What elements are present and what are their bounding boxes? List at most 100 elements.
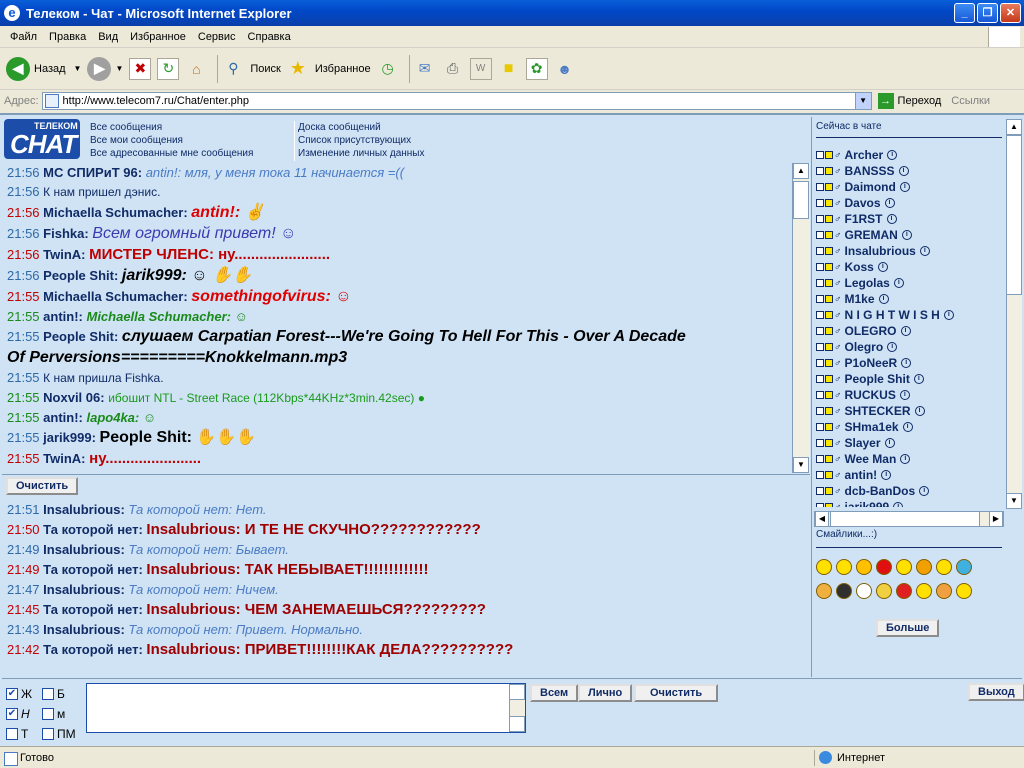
message-nick[interactable]: Та которой нет: (43, 562, 146, 577)
message-nick[interactable]: TwinA: (43, 247, 89, 262)
user-scrollbar[interactable]: ▲ ▼ (1006, 119, 1022, 509)
user-item[interactable]: ♂ SHTECKER i (816, 403, 1006, 419)
smiley-icon[interactable] (836, 559, 852, 575)
smiley-icon[interactable] (876, 583, 892, 599)
user-item[interactable]: ♂ dcb-BanDos i (816, 483, 1006, 499)
user-item[interactable]: ♂ Koss i (816, 259, 1006, 275)
close-button[interactable]: ✕ (1000, 3, 1021, 23)
private-checkbox[interactable] (816, 471, 824, 479)
smiley-icon[interactable] (956, 583, 972, 599)
private-checkbox[interactable] (816, 215, 824, 223)
smiley-icon[interactable] (816, 559, 832, 575)
icq-icon[interactable]: ✿ (525, 57, 548, 80)
message-nick[interactable]: Michaella Schumacher: (43, 205, 191, 220)
private-checkbox[interactable] (816, 455, 824, 463)
links-button[interactable]: Ссылки (951, 95, 990, 107)
nav-all-messages[interactable]: Все сообщения (90, 121, 253, 134)
info-icon[interactable]: i (913, 374, 924, 384)
scroll-up-button[interactable]: ▲ (793, 163, 809, 179)
user-item[interactable]: ♂ GREMAN i (816, 227, 1006, 243)
menu-tools[interactable]: Сервис (192, 31, 242, 43)
go-button[interactable]: → Переход (877, 93, 941, 109)
user-item[interactable]: ♂ Daimond i (816, 179, 1006, 195)
smiley-icon[interactable] (936, 583, 952, 599)
message-nick[interactable]: antin!: (43, 309, 86, 324)
smiley-icon[interactable] (856, 559, 872, 575)
message-nick[interactable]: МС СПИРиТ 96: (43, 165, 146, 180)
private-checkbox[interactable] (816, 359, 824, 367)
nav-edit-profile[interactable]: Изменение личных данных (298, 147, 425, 160)
message-nick[interactable]: Та которой нет: (43, 522, 146, 537)
message-nick[interactable]: People Shit: (43, 268, 122, 283)
info-icon[interactable]: i (898, 166, 909, 176)
private-checkbox[interactable] (816, 375, 824, 383)
address-input[interactable]: http://www.telecom7.ru/Chat/enter.php ▼ (41, 92, 872, 110)
smiley-icon[interactable] (816, 583, 832, 599)
address-dropdown[interactable]: ▼ (854, 93, 871, 109)
user-name[interactable]: dcb-BanDos (845, 484, 916, 498)
smiley-icon[interactable] (856, 583, 872, 599)
nav-my-messages[interactable]: Все мои сообщения (90, 134, 253, 147)
private-checkbox[interactable] (816, 503, 824, 507)
user-name[interactable]: Insalubrious (845, 244, 916, 258)
info-icon[interactable]: i (901, 230, 912, 240)
user-name[interactable]: Koss (845, 260, 874, 274)
maximize-button[interactable]: ❐ (977, 3, 998, 23)
nav-present-list[interactable]: Список присутствующих (298, 134, 425, 147)
message-nick[interactable]: Noxvil 06: (43, 390, 108, 405)
user-name[interactable]: N I G H T W I S H (845, 308, 940, 322)
clear-messages-button[interactable]: Очистить (6, 477, 79, 495)
user-name[interactable]: OLEGRO (845, 324, 897, 338)
info-icon[interactable]: i (919, 486, 930, 496)
menu-edit[interactable]: Правка (43, 31, 92, 43)
private-checkbox[interactable] (816, 167, 824, 175)
info-icon[interactable]: i (877, 262, 888, 272)
info-icon[interactable]: i (899, 390, 910, 400)
private-checkbox[interactable] (816, 231, 824, 239)
scroll-thumb[interactable] (793, 181, 809, 219)
exit-button[interactable]: Выход (968, 683, 1024, 701)
message-nick[interactable]: People Shit: (43, 329, 122, 344)
private-checkbox[interactable] (816, 199, 824, 207)
user-name[interactable]: Daimond (845, 180, 896, 194)
smiley-icon[interactable] (956, 559, 972, 575)
clear-input-button[interactable]: Очистить (634, 684, 719, 702)
user-name[interactable]: SHma1ek (845, 420, 899, 434)
user-name[interactable]: Legolas (845, 276, 890, 290)
private-checkbox[interactable] (816, 183, 824, 191)
search-button[interactable]: ⚲ Поиск (222, 58, 281, 80)
info-icon[interactable]: i (893, 502, 904, 507)
minimize-button[interactable]: _ (954, 3, 975, 23)
private-checkbox[interactable] (816, 487, 824, 495)
user-name[interactable]: Archer (845, 148, 884, 162)
note-icon[interactable]: ■ (498, 58, 520, 80)
user-name[interactable]: RUCKUS (845, 388, 896, 402)
italic-checkbox[interactable]: ✔ Н (6, 707, 30, 721)
bold-checkbox[interactable]: ✔ Ж (6, 687, 32, 701)
private-checkbox[interactable] (816, 279, 824, 287)
message-nick[interactable]: antin!: (43, 410, 86, 425)
message-nick[interactable]: Insalubrious: (43, 502, 128, 517)
menu-favorites[interactable]: Избранное (124, 31, 192, 43)
user-name[interactable]: Wee Man (845, 452, 897, 466)
user-item[interactable]: ♂ Insalubrious i (816, 243, 1006, 259)
send-all-button[interactable]: Всем (530, 684, 579, 702)
private-checkbox[interactable] (816, 423, 824, 431)
info-icon[interactable]: i (900, 326, 911, 336)
user-name[interactable]: F1RST (845, 212, 883, 226)
user-name[interactable]: antin! (845, 468, 878, 482)
user-item[interactable]: ♂ antin! i (816, 467, 1006, 483)
favorites-button[interactable]: ★ Избранное (287, 58, 371, 80)
smiley-icon[interactable] (916, 583, 932, 599)
info-icon[interactable]: i (884, 438, 895, 448)
private-checkbox[interactable] (816, 327, 824, 335)
menu-view[interactable]: Вид (92, 31, 124, 43)
user-name[interactable]: Olegro (845, 340, 884, 354)
smiley-icon[interactable] (896, 559, 912, 575)
back-button[interactable]: ◀ Назад ▼ (6, 56, 81, 81)
message-nick[interactable]: jarik999: (43, 430, 99, 445)
user-item[interactable]: ♂ P1oNeeR i (816, 355, 1006, 371)
user-item[interactable]: ♂ OLEGRO i (816, 323, 1006, 339)
info-icon[interactable]: i (887, 342, 898, 352)
info-icon[interactable]: i (902, 422, 913, 432)
